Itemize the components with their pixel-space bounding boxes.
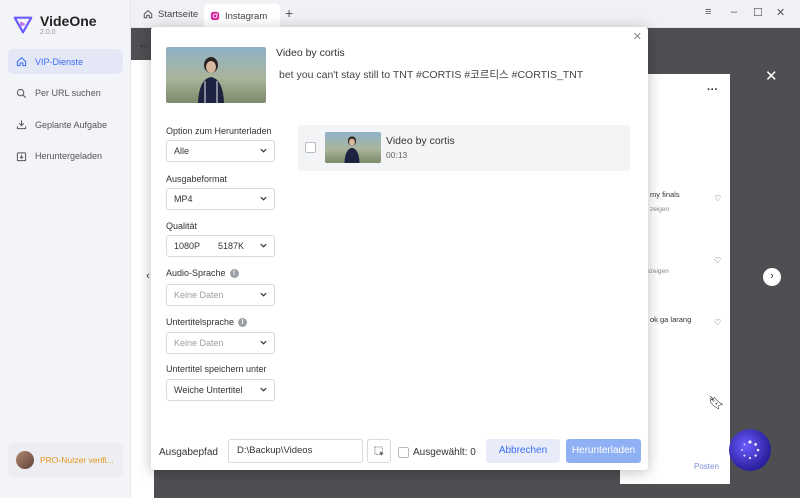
sidebar-item-vip[interactable]: VIP-Dienste xyxy=(8,49,123,74)
app-logo-icon xyxy=(13,16,33,34)
selected-count: Ausgewählt: 0 xyxy=(413,447,476,458)
browse-folder-button[interactable] xyxy=(367,439,391,463)
post-comment-button[interactable]: Posten xyxy=(694,462,719,471)
download-option-label: Option zum Herunterladen xyxy=(166,126,272,136)
next-arrow-icon[interactable]: › xyxy=(763,268,781,286)
audio-language-label: Audio-Sprache ! xyxy=(166,268,239,278)
item-checkbox[interactable] xyxy=(305,142,316,153)
close-post-icon[interactable]: ✕ xyxy=(765,67,778,85)
output-format-select[interactable]: MP4 xyxy=(166,188,275,210)
person-silhouette-icon xyxy=(198,57,224,103)
download-button[interactable]: Herunterladen xyxy=(566,439,641,463)
tab-instagram[interactable]: Instagram xyxy=(204,4,280,28)
quality-select[interactable]: 1080P 5187K xyxy=(166,235,275,257)
chevron-down-icon xyxy=(260,387,267,392)
tab-label: Instagram xyxy=(225,10,268,22)
pro-user-label: PRO-Nutzer verifi... xyxy=(40,455,114,465)
download-dialog: ✕ Video by cortis bet you can't stay sti… xyxy=(151,27,648,470)
home-icon xyxy=(143,9,153,19)
maximize-icon[interactable]: ☐ xyxy=(753,6,763,19)
comment-sub: nzeigen xyxy=(646,268,669,275)
item-duration: 00:13 xyxy=(386,150,408,160)
folder-cursor-icon xyxy=(374,446,385,457)
output-path-label: Ausgabepfad xyxy=(159,447,218,458)
download-tray-icon xyxy=(16,120,27,130)
video-title: Video by cortis xyxy=(276,47,345,59)
download-option-select[interactable]: Alle xyxy=(166,140,275,162)
comment-text: my finals xyxy=(650,190,680,199)
sidebar-item-label: Geplante Aufgabe xyxy=(35,119,108,130)
video-description: bet you can't stay still to TNT #CORTIS … xyxy=(279,69,584,81)
tab-startseite[interactable]: Startseite xyxy=(137,4,204,24)
brand: VideOne 2.0.0 xyxy=(12,14,97,36)
subtitle-language-select[interactable]: Keine Daten xyxy=(166,332,275,354)
bookmark-icon[interactable]: 🔖︎ xyxy=(708,395,725,411)
close-icon[interactable]: ✕ xyxy=(633,30,642,43)
more-options-icon[interactable]: ··· xyxy=(707,84,718,96)
chevron-down-icon xyxy=(260,243,267,248)
pro-user-badge[interactable]: PRO-Nutzer verifi... xyxy=(8,443,123,477)
sidebar: VideOne 2.0.0 VIP-Dienste Per URL suchen… xyxy=(0,0,131,498)
assistant-fab[interactable] xyxy=(729,429,771,471)
output-path-field[interactable]: D:\Backup\Videos xyxy=(228,439,363,463)
chevron-down-icon xyxy=(260,292,267,297)
heart-icon[interactable]: ♡ xyxy=(714,256,721,265)
sidebar-item-url-search[interactable]: Per URL suchen xyxy=(8,81,123,106)
new-tab-button[interactable]: + xyxy=(285,5,293,21)
search-icon xyxy=(16,88,26,98)
subtitle-save-label: Untertitel speichern unter xyxy=(166,364,267,374)
output-format-label: Ausgabeformat xyxy=(166,174,228,184)
chevron-down-icon xyxy=(260,196,267,201)
comment-sub: zeigen xyxy=(650,206,670,213)
sidebar-item-scheduled[interactable]: Geplante Aufgabe xyxy=(8,112,123,137)
subtitle-save-select[interactable]: Weiche Untertitel xyxy=(166,379,275,401)
select-all-checkbox[interactable] xyxy=(398,447,409,458)
sidebar-item-label: VIP-Dienste xyxy=(35,56,84,67)
chevron-down-icon xyxy=(260,340,267,345)
heart-icon[interactable]: ♡ xyxy=(714,194,721,203)
app-version: 2.0.0 xyxy=(40,29,56,36)
video-thumbnail xyxy=(166,47,266,103)
cancel-button[interactable]: Abbrechen xyxy=(486,439,560,463)
item-title: Video by cortis xyxy=(386,135,455,147)
avatar xyxy=(16,451,34,469)
item-thumbnail xyxy=(325,132,381,163)
sidebar-item-downloaded[interactable]: Heruntergeladen xyxy=(8,144,123,169)
app-name: VideOne xyxy=(40,13,97,29)
dialog-footer: Ausgabepfad D:\Backup\Videos Ausgewählt:… xyxy=(151,430,648,470)
list-item[interactable]: Video by cortis 00:13 xyxy=(298,125,630,171)
tab-bar: Startseite Instagram + ≡ – ☐ ✕ xyxy=(131,0,800,28)
sidebar-item-label: Heruntergeladen xyxy=(35,151,103,161)
info-icon[interactable]: ! xyxy=(238,317,248,327)
person-silhouette-icon xyxy=(344,136,360,163)
quality-label: Qualität xyxy=(166,221,198,231)
subtitle-language-label: Untertitelsprache ! xyxy=(166,317,248,327)
menu-icon[interactable]: ≡ xyxy=(705,6,711,18)
comment-text: ok ga larang xyxy=(650,315,692,324)
chevron-down-icon xyxy=(260,148,267,153)
sidebar-item-label: Per URL suchen xyxy=(35,88,101,98)
sidebar-nav: VIP-Dienste Per URL suchen Geplante Aufg… xyxy=(8,49,123,175)
info-icon[interactable]: ! xyxy=(229,268,239,278)
heart-icon[interactable]: ♡ xyxy=(714,318,721,327)
audio-language-select[interactable]: Keine Daten xyxy=(166,284,275,306)
loading-spinner-icon xyxy=(741,440,760,460)
minimize-icon[interactable]: – xyxy=(731,6,737,18)
close-window-icon[interactable]: ✕ xyxy=(776,6,785,19)
tab-label: Startseite xyxy=(158,8,199,20)
home-icon xyxy=(16,57,27,67)
instagram-icon xyxy=(210,11,220,21)
downloaded-icon xyxy=(16,151,27,161)
